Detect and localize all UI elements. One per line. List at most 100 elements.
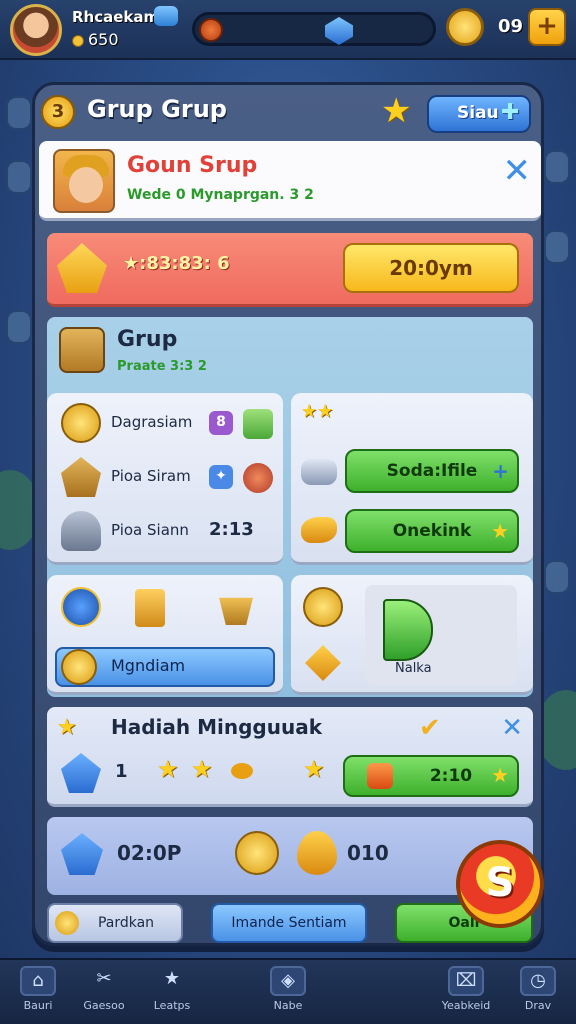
onekink-button[interactable]: Onekink ★ [345,509,519,553]
bg-decoration [544,150,570,184]
tools-icon: ✂ [96,968,112,989]
nav-item-shield[interactable]: ◈ Nabe [256,966,320,1022]
top-hud: Rhcaekam 650 09 + [0,0,576,60]
star-icon: ★ [163,968,181,989]
potion-icon [383,599,433,661]
plus-icon: ✚ [501,100,520,125]
event-button[interactable]: 20:0ym [343,243,519,293]
list-item-label: Pioa Siann [111,521,189,539]
gift-icon [367,763,393,789]
coin-icon [61,649,97,685]
coin-icon [72,34,84,47]
trophy-icon: ★ [57,715,77,740]
group-card: Goun Srup Wede 0 Mynaprgan. 3 2 ✕ [39,141,541,221]
coin-icon [55,911,79,935]
siau-button[interactable]: Siau ✚ [427,95,531,133]
list-item[interactable]: Pioa Siram ✦ [55,455,275,499]
energy-bar[interactable] [192,12,436,46]
list-item[interactable]: Dagrasiam 8 [55,401,275,445]
bottom-nav: ⌂ Bauri ✂ Gaesoo ★ Leatps ◈ Nabe ⌧ Yeabk… [0,958,576,1024]
star-badge-icon [61,753,101,793]
balloon-icon [297,831,337,875]
stars-icon: ★★ [301,401,334,422]
pardkan-label: Pardkan [97,915,155,931]
event-row: ★:83:83: 6 20:0ym [47,233,533,307]
emblem-icon [61,457,101,497]
nav-item-leaders[interactable]: ★ Leatps [140,966,204,1022]
list-item-label: Pioa Siram [111,467,191,485]
close-icon[interactable]: ✕ [503,151,532,191]
nav-label: Drav [524,999,552,1012]
clock-icon: ◷ [520,966,556,996]
bg-decoration [6,96,32,130]
title-coin-icon: 3 [41,95,75,129]
star-icon: ★ [381,91,412,131]
big-reward-token[interactable]: S [456,840,544,928]
soda-button[interactable]: Soda:Ifile + [345,449,519,493]
soda-button-label: Soda:Ifile [386,461,478,481]
nav-label: Yeabkeid [441,999,491,1012]
coin-icon [61,403,101,443]
group-name: Goun Srup [127,153,258,178]
face-icon [69,167,103,203]
nav-item-gifts[interactable]: ⌧ Yeabkeid [434,966,498,1022]
weekly-claim-button[interactable]: 2:10 ★ [343,755,519,797]
onekink-button-label: Onekink [392,521,472,541]
compass-icon [61,587,101,627]
player-coins-value: 650 [88,30,119,49]
nav-label: Gaesoo [83,999,125,1012]
coin-icon [303,587,343,627]
nav-label: Bauri [23,999,53,1012]
gift-icon: ⌧ [448,966,484,996]
group-panel: 3 Grup Grup ★ Siau ✚ Goun Srup Wede 0 My… [32,82,544,946]
list-item-value: 2:13 [209,519,254,540]
player-avatar[interactable] [10,4,62,56]
nav-label: Leatps [153,999,191,1012]
mande-sentiam-button[interactable]: Imande Sentiam [211,903,367,943]
nav-label: Nabe [273,999,303,1012]
gold-coin-icon [446,8,484,46]
bottom-time: 02:0P [117,841,182,865]
badge-icon [57,243,107,293]
nav-item-tools[interactable]: ✂ Gaesoo [72,966,136,1022]
tag-icon: ✦ [209,465,233,489]
pardkan-button[interactable]: Pardkan [47,903,183,943]
group-avatar [53,149,115,213]
siau-button-label: Siau [457,103,499,123]
weekly-title: Hadiah Mingguuak [111,715,323,739]
list-item[interactable]: Pioa Siann 2:13 [55,509,275,553]
feather-icon [305,645,341,681]
feather-icon [301,517,337,543]
house-icon: ⌂ [20,966,56,996]
gem-icon [325,17,353,45]
tag-icon: 8 [209,411,233,435]
bg-decoration [544,230,570,264]
plus-icon: + [492,459,509,483]
bg-decoration [544,560,570,594]
bg-decoration [6,310,32,344]
item-preview[interactable]: Nalka [365,585,517,685]
energy-icon [199,18,223,42]
player-name: Rhcaekam [72,8,160,26]
item-label: Nalka [395,661,432,676]
star-icon: ★ [191,755,213,783]
group-emblem-icon [59,327,105,373]
orb-icon [243,463,273,493]
scroll-icon [301,459,337,485]
nav-item-draw[interactable]: ◷ Drav [506,966,570,1022]
close-icon[interactable]: ✕ [501,713,523,743]
weekly-claim-label: 2:10 [429,766,473,786]
weekly-count: 1 [115,761,128,782]
list-item-label: Dagrasiam [111,413,193,431]
add-gold-button[interactable]: + [528,8,566,46]
group-section-title: Grup [117,327,178,352]
shield-icon: ◈ [270,966,306,996]
panel-title: Grup Grup [87,95,227,123]
star-icon: ★ [157,755,179,783]
cup-icon [61,511,101,551]
group-subtitle: Wede 0 Mynaprgan. 3 2 [127,187,314,203]
star-icon: ★ [303,755,325,783]
left-list-panel: Dagrasiam 8 Pioa Siram ✦ Pioa Siann 2:13 [47,393,283,565]
nav-item-home[interactable]: ⌂ Bauri [6,966,70,1022]
badge-icon[interactable] [154,6,178,26]
